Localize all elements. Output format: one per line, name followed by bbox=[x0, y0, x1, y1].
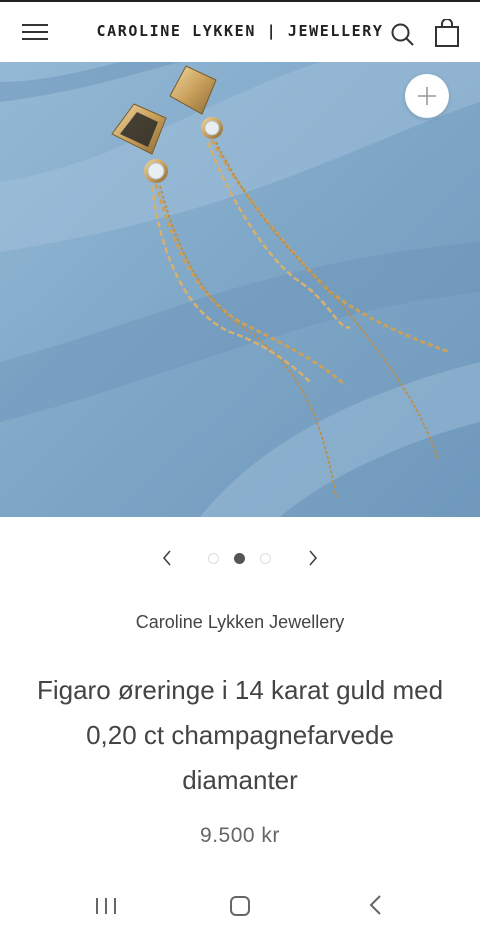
chevron-left-icon[interactable] bbox=[154, 545, 180, 571]
recent-apps-icon[interactable] bbox=[86, 888, 126, 922]
carousel-dot-3[interactable] bbox=[260, 553, 271, 564]
carousel-dot-1[interactable] bbox=[208, 553, 219, 564]
carousel-navigation bbox=[0, 545, 480, 571]
product-image[interactable] bbox=[0, 62, 480, 517]
shopping-bag-icon[interactable] bbox=[434, 18, 460, 47]
home-icon[interactable] bbox=[220, 888, 260, 922]
back-icon[interactable] bbox=[356, 888, 396, 922]
product-title: Figaro øreringe i 14 karat guld med 0,20… bbox=[36, 675, 444, 795]
chevron-right-icon[interactable] bbox=[300, 545, 326, 571]
plus-icon[interactable] bbox=[405, 74, 449, 118]
product-vendor[interactable]: Caroline Lykken Jewellery bbox=[0, 612, 480, 633]
system-navigation-bar bbox=[0, 880, 480, 930]
product-price: 9.500 kr bbox=[200, 824, 280, 847]
carousel-dot-2[interactable] bbox=[234, 553, 245, 564]
search-icon[interactable] bbox=[390, 22, 416, 48]
top-header: CAROLINE LYKKEN | JEWELLERY bbox=[0, 0, 480, 62]
